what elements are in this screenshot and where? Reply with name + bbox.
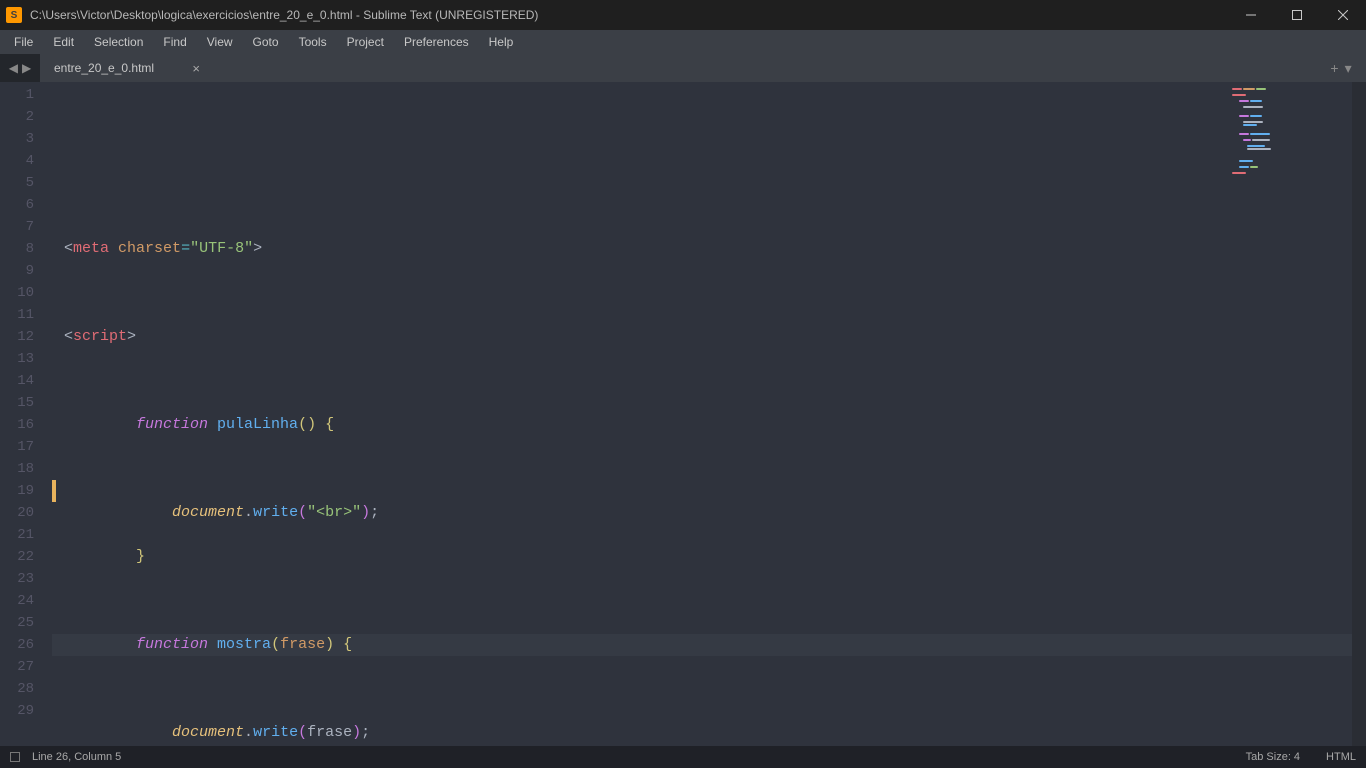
menubar: File Edit Selection Find View Goto Tools…: [0, 30, 1366, 54]
line-number: 26: [0, 634, 52, 656]
line-number: 21: [0, 524, 52, 546]
tab-prev-icon[interactable]: ◀: [9, 61, 18, 75]
line-number: 10: [0, 282, 52, 304]
line-number: 12: [0, 326, 52, 348]
line-number: 2: [0, 106, 52, 128]
line-number: 3: [0, 128, 52, 150]
editor[interactable]: 1 2 3 4 5 6 7 8 9 10 11 12 13 14 15 16 1…: [0, 82, 1366, 746]
menu-tools[interactable]: Tools: [289, 35, 337, 49]
line-number: 20: [0, 502, 52, 524]
modified-marker-icon: [52, 480, 56, 502]
gutter: 1 2 3 4 5 6 7 8 9 10 11 12 13 14 15 16 1…: [0, 82, 52, 746]
line-number: 23: [0, 568, 52, 590]
code-line: document.write("<br>");: [64, 502, 1366, 524]
line-number: 11: [0, 304, 52, 326]
line-number: 1: [0, 84, 52, 106]
window-title: C:\Users\Victor\Desktop\logica\exercicio…: [30, 8, 1228, 22]
panel-switcher-icon[interactable]: [10, 752, 20, 762]
tab-right-controls: + ▾: [1316, 54, 1366, 82]
code-line: [64, 678, 1366, 700]
line-number: 17: [0, 436, 52, 458]
tab-active[interactable]: entre_20_e_0.html ×: [40, 54, 210, 82]
code-line: [64, 282, 1366, 304]
minimize-button[interactable]: [1228, 0, 1274, 30]
line-number: 14: [0, 370, 52, 392]
maximize-button[interactable]: [1274, 0, 1320, 30]
line-number: 15: [0, 392, 52, 414]
code-line: function pulaLinha() {: [64, 414, 1366, 436]
window-controls: [1228, 0, 1366, 30]
tab-nav: ◀ ▶: [0, 54, 40, 82]
line-number: 19: [0, 480, 52, 502]
line-number: 6: [0, 194, 52, 216]
titlebar: S C:\Users\Victor\Desktop\logica\exercic…: [0, 0, 1366, 30]
code-area[interactable]: <meta charset="UTF-8"> <script> function…: [52, 82, 1366, 746]
line-number: 5: [0, 172, 52, 194]
line-number: 7: [0, 216, 52, 238]
tab-next-icon[interactable]: ▶: [22, 61, 31, 75]
close-button[interactable]: [1320, 0, 1366, 30]
code-line: }: [64, 546, 1366, 568]
tab-label: entre_20_e_0.html: [54, 61, 154, 75]
menu-goto[interactable]: Goto: [243, 35, 289, 49]
code-line: [64, 458, 1366, 480]
line-number: 13: [0, 348, 52, 370]
tab-area: ◀ ▶ entre_20_e_0.html × + ▾: [0, 54, 1366, 82]
menu-file[interactable]: File: [4, 35, 43, 49]
menu-edit[interactable]: Edit: [43, 35, 84, 49]
code-line: document.write(frase);: [64, 722, 1366, 744]
line-number: 16: [0, 414, 52, 436]
code-line: [64, 590, 1366, 612]
line-number: 9: [0, 260, 52, 282]
menu-view[interactable]: View: [197, 35, 243, 49]
menu-project[interactable]: Project: [337, 35, 394, 49]
app-logo-icon: S: [6, 7, 22, 23]
line-number: 29: [0, 700, 52, 722]
line-number: 25: [0, 612, 52, 634]
line-number: 8: [0, 238, 52, 260]
tab-spacer: [210, 54, 1316, 82]
menu-find[interactable]: Find: [153, 35, 196, 49]
menu-help[interactable]: Help: [479, 35, 524, 49]
line-number: 4: [0, 150, 52, 172]
new-tab-icon[interactable]: +: [1330, 60, 1338, 76]
line-number: 22: [0, 546, 52, 568]
code-line: <script>: [64, 326, 1366, 348]
code-line: [64, 370, 1366, 392]
line-number: 24: [0, 590, 52, 612]
menu-selection[interactable]: Selection: [84, 35, 153, 49]
code-line: <meta charset="UTF-8">: [64, 238, 1366, 260]
line-number: 27: [0, 656, 52, 678]
line-number: 28: [0, 678, 52, 700]
menu-preferences[interactable]: Preferences: [394, 35, 479, 49]
code-line: function mostra(frase) {: [64, 634, 1366, 656]
line-number: 18: [0, 458, 52, 480]
tab-close-icon[interactable]: ×: [192, 61, 200, 76]
tab-overflow-icon[interactable]: ▾: [1345, 60, 1352, 77]
